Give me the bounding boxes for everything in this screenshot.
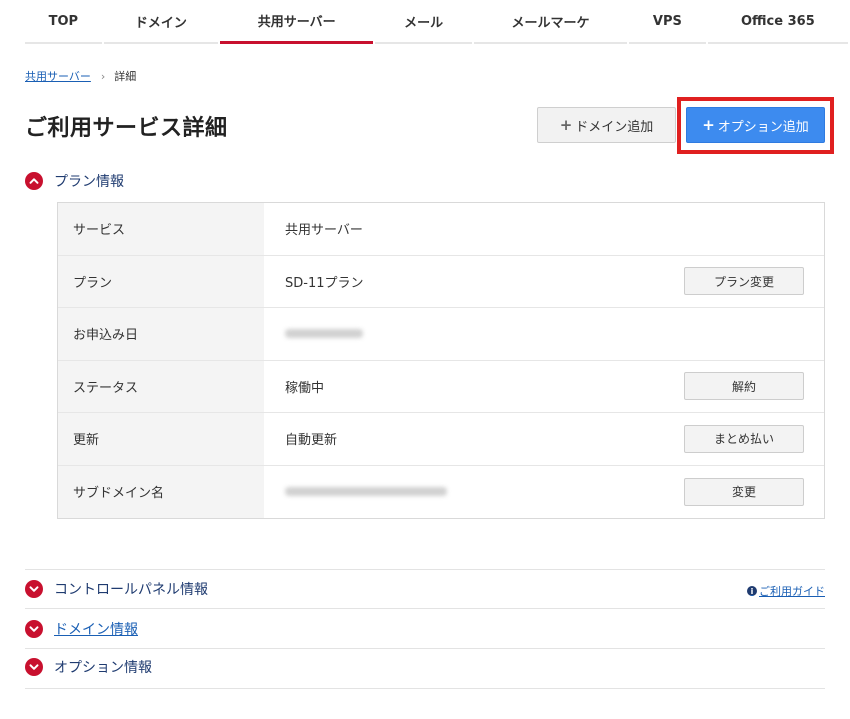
row-label: サブドメイン名 [58, 465, 264, 518]
table-row: お申込み日 [58, 308, 824, 361]
breadcrumb-current: 詳細 [114, 70, 137, 83]
tab-mail[interactable]: メール [375, 0, 472, 44]
row-value: SD-11プラン [285, 275, 364, 291]
add-option-button[interactable]: + オプション追加 [686, 107, 825, 143]
section-plan-header[interactable]: プラン情報 [25, 171, 124, 191]
plus-icon: + [702, 116, 715, 134]
row-label: ステータス [58, 360, 264, 412]
top-nav: TOP ドメイン 共用サーバー メール メールマーケ VPS Office 36… [0, 0, 850, 44]
row-value: 共用サーバー [285, 223, 363, 239]
table-row: 更新 自動更新 まとめ払い [58, 413, 824, 466]
chevron-down-icon [25, 620, 43, 638]
domain-info-link[interactable]: ドメイン情報 [54, 619, 138, 639]
chevron-down-icon [25, 580, 43, 598]
section-domain-header[interactable]: ドメイン情報 [25, 619, 138, 639]
row-value: 自動更新 [285, 433, 338, 449]
chevron-down-icon [25, 658, 43, 676]
usage-guide-link[interactable]: i ご利用ガイド [747, 583, 825, 599]
tab-office365[interactable]: Office 365 [707, 0, 849, 44]
add-domain-button[interactable]: + ドメイン追加 [537, 107, 676, 143]
tab-mail-marketing[interactable]: メールマーケ [473, 0, 628, 44]
tab-vps[interactable]: VPS [629, 0, 706, 44]
change-subdomain-button[interactable]: 変更 [684, 477, 804, 506]
table-row: サービス 共用サーバー [58, 203, 824, 256]
page-title: ご利用サービス詳細 [25, 116, 228, 141]
row-label: 更新 [58, 413, 264, 465]
tab-domain[interactable]: ドメイン [103, 0, 219, 44]
change-plan-button[interactable]: プラン変更 [684, 267, 804, 296]
divider [25, 688, 825, 689]
table-row: プラン SD-11プラン プラン変更 [58, 255, 824, 308]
info-icon: i [747, 586, 757, 596]
section-control-panel-header[interactable]: コントロールパネル情報 [25, 579, 208, 599]
row-value: 稼働中 [285, 380, 325, 396]
plus-icon: + [559, 116, 573, 134]
breadcrumb-parent-link[interactable]: 共用サーバー [25, 68, 91, 84]
plan-info-table: サービス 共用サーバー プラン SD-11プラン プラン変更 お申込み日 ステー… [57, 202, 825, 519]
cancel-contract-button[interactable]: 解約 [684, 372, 804, 401]
section-option-header[interactable]: オプション情報 [25, 657, 152, 677]
chevron-up-icon [25, 172, 43, 190]
tab-top[interactable]: TOP [25, 0, 102, 44]
divider [25, 648, 825, 649]
blurred-date-value [285, 329, 363, 339]
row-label: サービス [58, 203, 264, 255]
row-label: お申込み日 [58, 308, 264, 360]
bulk-payment-button[interactable]: まとめ払い [684, 424, 804, 453]
breadcrumb-chevron-icon: › [100, 69, 106, 83]
row-label: プラン [58, 255, 264, 307]
divider [25, 569, 825, 570]
blurred-subdomain-value [285, 487, 447, 497]
tab-shared-server[interactable]: 共用サーバー [220, 0, 374, 44]
table-row: サブドメイン名 変更 [58, 465, 824, 518]
table-row: ステータス 稼働中 解約 [58, 360, 824, 413]
divider [25, 608, 825, 609]
breadcrumb: 共用サーバー › 詳細 [25, 68, 136, 84]
